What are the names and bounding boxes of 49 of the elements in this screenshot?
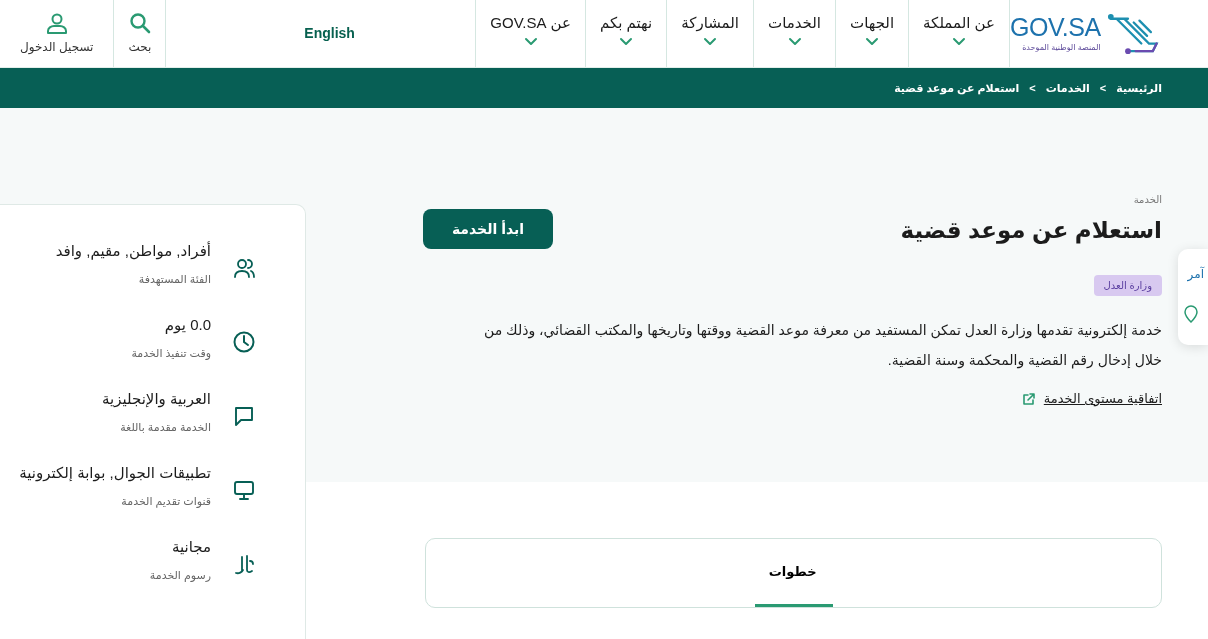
detail-label: قنوات تقديم الخدمة [120, 493, 211, 509]
chevron-down-icon [619, 36, 634, 46]
detail-label: رسوم الخدمة [149, 567, 211, 583]
service-description: خدمة إلكترونية تقدمها وزارة العدل تمكن المستفيد من معرفة موعد القضية ووقتها وتاريخها والمكتب القضائي، وذلك من خلال إدخال رقم القضية والمحكمة وسنة القضية. [483, 321, 1162, 371]
detail-value: العربية والإنجليزية [102, 389, 211, 409]
nav-menu-item[interactable]: الخدمات [753, 0, 836, 67]
login-button[interactable]: تسجيل الدخول [0, 0, 114, 67]
logo-title: GOV.SA [1010, 14, 1101, 40]
eyebrow-label: الخدمة [1132, 193, 1162, 207]
chevron-down-icon [952, 36, 967, 46]
floating-card-text: آمر [1186, 265, 1206, 283]
nav-menu-item[interactable]: الجهات [835, 0, 909, 67]
chat-bubble-icon [233, 405, 255, 427]
tab[interactable]: خطوات [754, 539, 833, 607]
nav-menu-item[interactable]: عن GOV.SA [475, 0, 585, 67]
clock-icon [233, 331, 255, 353]
user-icon [45, 11, 68, 34]
breadcrumb-separator: > [1099, 80, 1107, 96]
detail-value: مجانية [170, 537, 211, 557]
external-link-icon [1021, 391, 1036, 406]
language-link[interactable]: English [304, 23, 355, 44]
logo-icon [1106, 11, 1160, 56]
chevron-down-icon [865, 36, 880, 46]
chevron-down-icon [523, 36, 538, 46]
currency-icon [233, 553, 255, 575]
nav-menu-item[interactable]: نهتم بكم [585, 0, 667, 67]
detail-label: وقت تنفيذ الخدمة [131, 345, 211, 361]
detail-value: تطبيقات الجوال, بوابة إلكترونية [19, 463, 211, 483]
search-icon [128, 11, 151, 34]
detail-value: 0.0 يوم [163, 315, 211, 335]
detail-label: الخدمة مقدمة باللغة [119, 419, 211, 435]
chevron-down-icon [703, 36, 718, 46]
location-pin-icon [1184, 305, 1198, 323]
detail-label: الفئة المستهدفة [137, 271, 211, 287]
search-button[interactable]: بحث [113, 0, 166, 67]
chevron-down-icon [787, 36, 802, 46]
breadcrumb-link[interactable]: الخدمات [1045, 79, 1090, 97]
breadcrumb-link[interactable]: الرئيسية [1116, 79, 1162, 97]
start-service-button[interactable]: ابدأ الخدمة [423, 209, 553, 249]
monitor-icon [233, 479, 255, 501]
logo-subtitle: المنصة الوطنية الموحدة [1021, 42, 1101, 53]
detail-value: أفراد, مواطن, مقيم, وافد [55, 241, 211, 261]
service-title: استعلام عن موعد قضية [900, 217, 1162, 245]
nav-menu-item[interactable]: عن المملكة [908, 0, 1010, 67]
sla-link[interactable]: اتفاقية مستوى الخدمة [1043, 389, 1162, 409]
people-icon [233, 257, 255, 279]
agency-tag: وزارة العدل [1093, 275, 1162, 296]
breadcrumb-separator: > [1029, 80, 1036, 96]
nav-menu-item[interactable]: المشاركة [666, 0, 753, 67]
